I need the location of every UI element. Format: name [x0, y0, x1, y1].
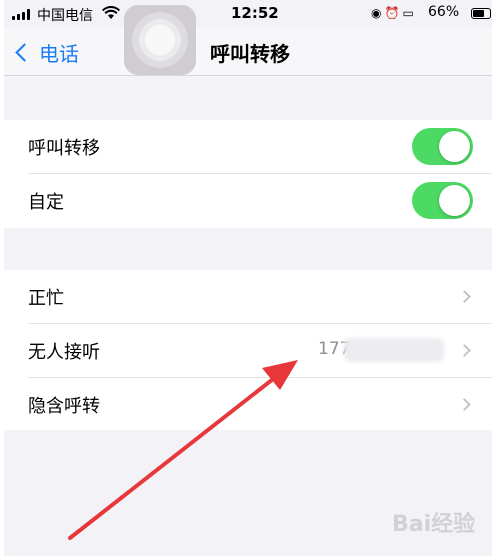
call-forwarding-group: 呼叫转移 自定: [4, 120, 492, 228]
row-custom: 自定: [4, 174, 492, 228]
back-label: 电话: [39, 42, 79, 66]
status-icons: ◉⏰▭: [371, 6, 417, 20]
custom-toggle[interactable]: [412, 182, 473, 219]
row-no-answer[interactable]: 无人接听 177: [4, 324, 492, 378]
watermark: Bai经验: [392, 512, 476, 537]
row-label: 隐含呼转: [28, 396, 100, 417]
row-call-forwarding: 呼叫转移: [4, 120, 492, 174]
wifi-icon: [102, 6, 120, 19]
battery-percent: 66%: [428, 4, 460, 20]
navigation-bar: 电话 呼叫转移: [4, 28, 492, 76]
chevron-right-icon: [458, 290, 471, 303]
row-label: 正忙: [28, 288, 64, 309]
rotation-lock-icon: ◉: [371, 6, 385, 20]
battery-icon: [471, 8, 491, 19]
row-label: 自定: [28, 192, 64, 213]
phone-screen: 中国电信 12:52 ◉⏰▭ 66% 电话 呼叫转移 呼叫转移 自定 正忙 无人…: [4, 0, 492, 556]
redacted-number: [344, 338, 444, 362]
call-forwarding-toggle[interactable]: [412, 128, 473, 165]
airplay-icon: ▭: [402, 6, 417, 20]
assistive-touch-button[interactable]: [124, 5, 196, 75]
forwarding-conditions-group: 正忙 无人接听 177 隐含呼转: [4, 270, 492, 430]
carrier-name: 中国电信: [37, 8, 93, 24]
chevron-right-icon: [458, 344, 471, 357]
chevron-right-icon: [458, 398, 471, 411]
row-busy[interactable]: 正忙: [4, 270, 492, 324]
alarm-icon: ⏰: [384, 6, 403, 20]
row-implicit-forward[interactable]: 隐含呼转: [4, 378, 492, 432]
page-title: 呼叫转移: [210, 42, 290, 66]
back-button[interactable]: 电话: [15, 38, 79, 67]
chevron-left-icon: [15, 43, 34, 62]
status-time: 12:52: [231, 4, 279, 22]
row-label: 无人接听: [28, 342, 100, 363]
status-bar: 中国电信 12:52 ◉⏰▭ 66%: [4, 0, 492, 28]
row-label: 呼叫转移: [28, 138, 100, 159]
